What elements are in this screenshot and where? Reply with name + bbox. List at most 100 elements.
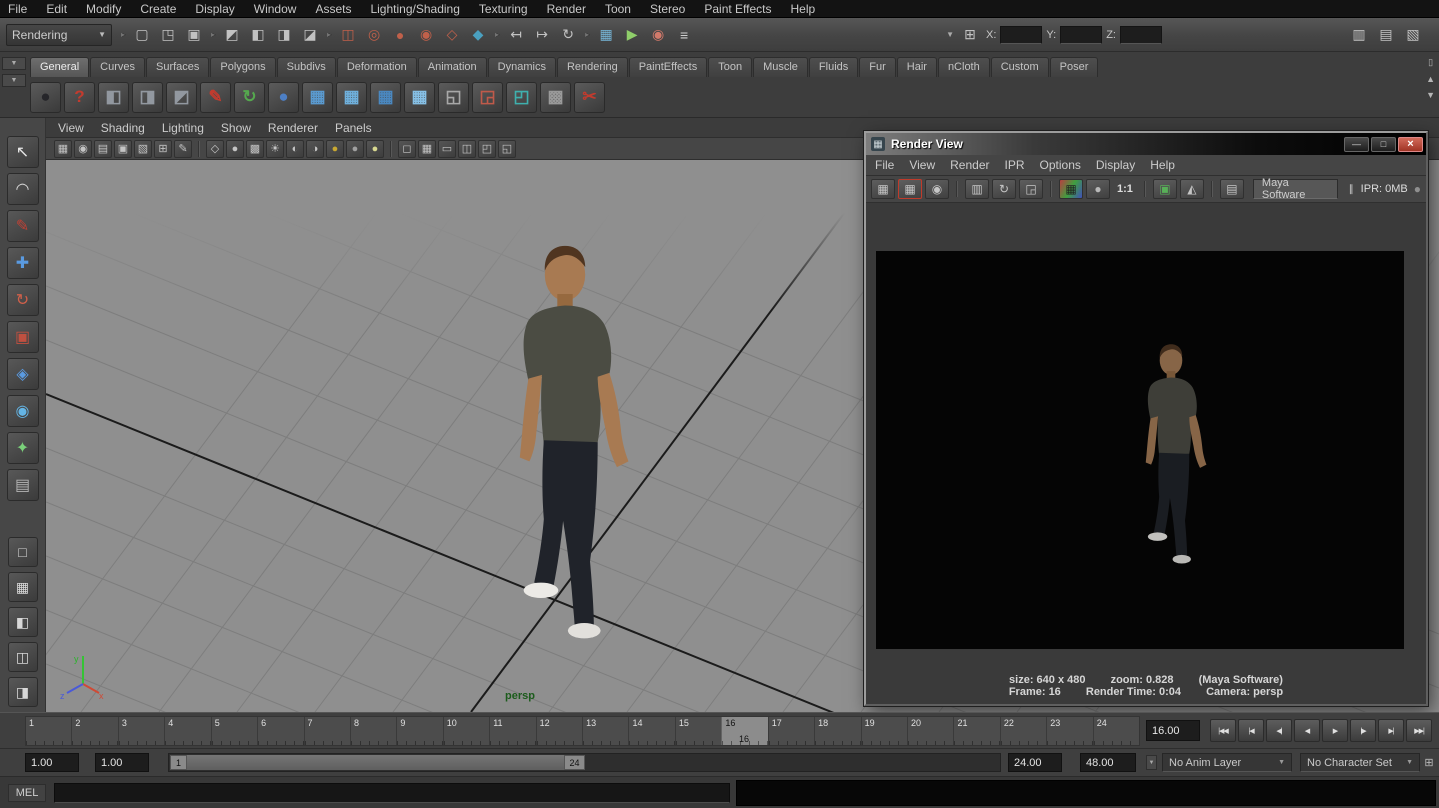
grease-pencil-icon[interactable]: ✎ — [174, 140, 192, 158]
smooth-shade-icon[interactable]: ● — [226, 140, 244, 158]
timeline-frame-cell[interactable]: 10 — [443, 717, 489, 745]
timeline-frame-cell[interactable]: 15 — [675, 717, 721, 745]
shelf-tab[interactable]: Dynamics — [488, 57, 556, 77]
menu-item[interactable]: Display — [195, 2, 234, 16]
render-view-window[interactable]: ▦ Render View —□× FileViewRenderIPROptio… — [864, 131, 1428, 706]
shelf-tab[interactable]: Surfaces — [146, 57, 209, 77]
toggle-toolbox-icon[interactable]: ▥ — [1347, 23, 1371, 47]
rgb-channels-icon[interactable]: ▦ — [1059, 179, 1083, 199]
highlight-selection-icon[interactable]: ◪ — [298, 23, 322, 47]
range-end-handle[interactable]: 24 — [564, 755, 585, 770]
timeline-frame-cell[interactable]: 6 — [257, 717, 303, 745]
render-view-menu-item[interactable]: File — [875, 158, 894, 172]
shadows-icon[interactable]: ◐ — [286, 140, 304, 158]
render-current-frame-icon[interactable]: ▦ — [871, 179, 895, 199]
sphere-primitive-icon[interactable]: ● — [268, 82, 299, 113]
snap-to-projected-center-icon[interactable]: ◉ — [414, 23, 438, 47]
playback-start-field[interactable]: 1.00 — [95, 753, 149, 772]
timeline-frame-cell[interactable]: 21 — [953, 717, 999, 745]
render-view-menu-item[interactable]: Render — [950, 158, 989, 172]
shelf-tab[interactable]: Rendering — [557, 57, 628, 77]
playback-end-field[interactable]: 24.00 — [1008, 753, 1062, 772]
layout-split-pane-icon[interactable]: ◫ — [8, 642, 38, 672]
safe-title-icon[interactable]: ◱ — [498, 140, 516, 158]
menu-item[interactable]: Texturing — [479, 2, 528, 16]
menu-item[interactable]: Modify — [86, 2, 121, 16]
command-language-button[interactable]: MEL — [8, 784, 46, 802]
open-scene-icon[interactable]: ◳ — [156, 23, 180, 47]
region-render-icon[interactable]: ◲ — [1019, 179, 1043, 199]
timeline-frame-cell[interactable]: 13 — [582, 717, 628, 745]
shelf-tab[interactable]: General — [30, 57, 89, 77]
hypergraph-icon[interactable]: ▦ — [302, 82, 333, 113]
snap-to-curve-icon[interactable]: ◎ — [362, 23, 386, 47]
layout-outliner-persp-icon[interactable]: ◧ — [8, 607, 38, 637]
motion-path-icon[interactable]: ↻ — [234, 82, 265, 113]
timeline-frame-cell[interactable]: 18 — [814, 717, 860, 745]
group-divider-icon[interactable]: ▸ — [585, 30, 589, 39]
snap-to-point-icon[interactable]: ● — [388, 23, 412, 47]
shelf-tab[interactable]: Poser — [1050, 57, 1099, 77]
render-view-titlebar[interactable]: ▦ Render View —□× — [866, 133, 1426, 155]
panel-menu-item[interactable]: Show — [221, 121, 251, 135]
animation-end-field[interactable]: 48.00 — [1080, 753, 1136, 772]
last-tool-icon[interactable]: ▤ — [7, 469, 39, 501]
group-divider-icon[interactable]: ▸ — [495, 30, 499, 39]
chevron-down-icon[interactable]: ▼ — [946, 30, 954, 39]
menu-item[interactable]: Lighting/Shading — [370, 2, 459, 16]
render-view-menu-item[interactable]: Options — [1040, 158, 1081, 172]
current-time-field[interactable]: 16.00 — [1146, 720, 1200, 741]
scene-character[interactable] — [488, 244, 642, 648]
menu-item[interactable]: Edit — [46, 2, 67, 16]
step-back-frame-button[interactable]: ◀| — [1266, 719, 1292, 742]
shelf-tab-menu-button[interactable]: ▼ — [2, 57, 26, 70]
shelf-tab[interactable]: nCloth — [938, 57, 990, 77]
select-camera-icon[interactable]: ▦ — [54, 140, 72, 158]
layout-hypershade-persp-icon[interactable]: ◨ — [8, 677, 38, 707]
timeline-frame-cell[interactable]: 3 — [118, 717, 164, 745]
menu-item[interactable]: Assets — [315, 2, 351, 16]
step-back-key-button[interactable]: |◀ — [1238, 719, 1264, 742]
timeline-frame-cell[interactable]: 11 — [489, 717, 535, 745]
step-forward-frame-button[interactable]: |▶ — [1350, 719, 1376, 742]
layout-single-pane-icon[interactable]: □ — [8, 537, 38, 567]
hypershade-icon[interactable]: ▦ — [336, 82, 367, 113]
gate-mask-icon[interactable]: ◫ — [458, 140, 476, 158]
ipr-render-icon[interactable]: ▥ — [965, 179, 989, 199]
refresh-ipr-icon[interactable]: ↻ — [992, 179, 1016, 199]
timeline-frame-cell[interactable]: 23 — [1046, 717, 1092, 745]
image-plane-icon[interactable]: ▧ — [134, 140, 152, 158]
character-set-dropdown[interactable]: No Character Set ▼ — [1300, 753, 1420, 772]
safe-action-icon[interactable]: ◰ — [478, 140, 496, 158]
render-settings-icon[interactable]: ▤ — [1220, 179, 1244, 199]
timeline-frame-cell[interactable]: 22 — [1000, 717, 1046, 745]
input-connections-icon[interactable]: ↤ — [504, 23, 528, 47]
close-button[interactable]: × — [1398, 137, 1423, 152]
render-current-frame-icon[interactable]: ▶ — [620, 23, 644, 47]
cube-stack-icon[interactable]: ▩ — [540, 82, 571, 113]
shelf-tab[interactable]: Animation — [418, 57, 487, 77]
maximize-button[interactable]: □ — [1371, 137, 1396, 152]
alpha-channel-icon[interactable]: ● — [1086, 179, 1110, 199]
timeline-frame-cell[interactable]: 2 — [71, 717, 117, 745]
material-ball-light-icon[interactable]: ● — [366, 140, 384, 158]
animation-preferences-icon[interactable]: ⊞ — [1422, 754, 1436, 770]
make-live-icon[interactable]: ◆ — [466, 23, 490, 47]
shelf-scroll-down-icon[interactable]: ▼ — [1426, 90, 1435, 100]
rotate-tool-icon[interactable]: ↻ — [7, 284, 39, 316]
pause-ipr-icon[interactable]: ∥ — [1349, 184, 1355, 195]
open-render-view-icon[interactable]: ▦ — [594, 23, 618, 47]
step-forward-key-button[interactable]: ▶| — [1378, 719, 1404, 742]
timeline-frame-cell[interactable]: 19 — [861, 717, 907, 745]
timeline-frame-cell[interactable]: 7 — [304, 717, 350, 745]
redo-previous-render-icon[interactable]: ▦ — [898, 179, 922, 199]
material-ball-yellow-icon[interactable]: ● — [326, 140, 344, 158]
sculpt-knife-icon[interactable]: ✂ — [574, 82, 605, 113]
shelf-tab[interactable]: Custom — [991, 57, 1049, 77]
x-coordinate-input[interactable] — [1000, 26, 1042, 44]
rendered-image[interactable] — [876, 251, 1404, 649]
lock-camera-icon[interactable]: ◉ — [74, 140, 92, 158]
shelf-tab[interactable]: Fluids — [809, 57, 858, 77]
anim-layer-dropdown[interactable]: No Anim Layer ▼ — [1162, 753, 1292, 772]
plane-primitive-icon[interactable]: ◱ — [438, 82, 469, 113]
